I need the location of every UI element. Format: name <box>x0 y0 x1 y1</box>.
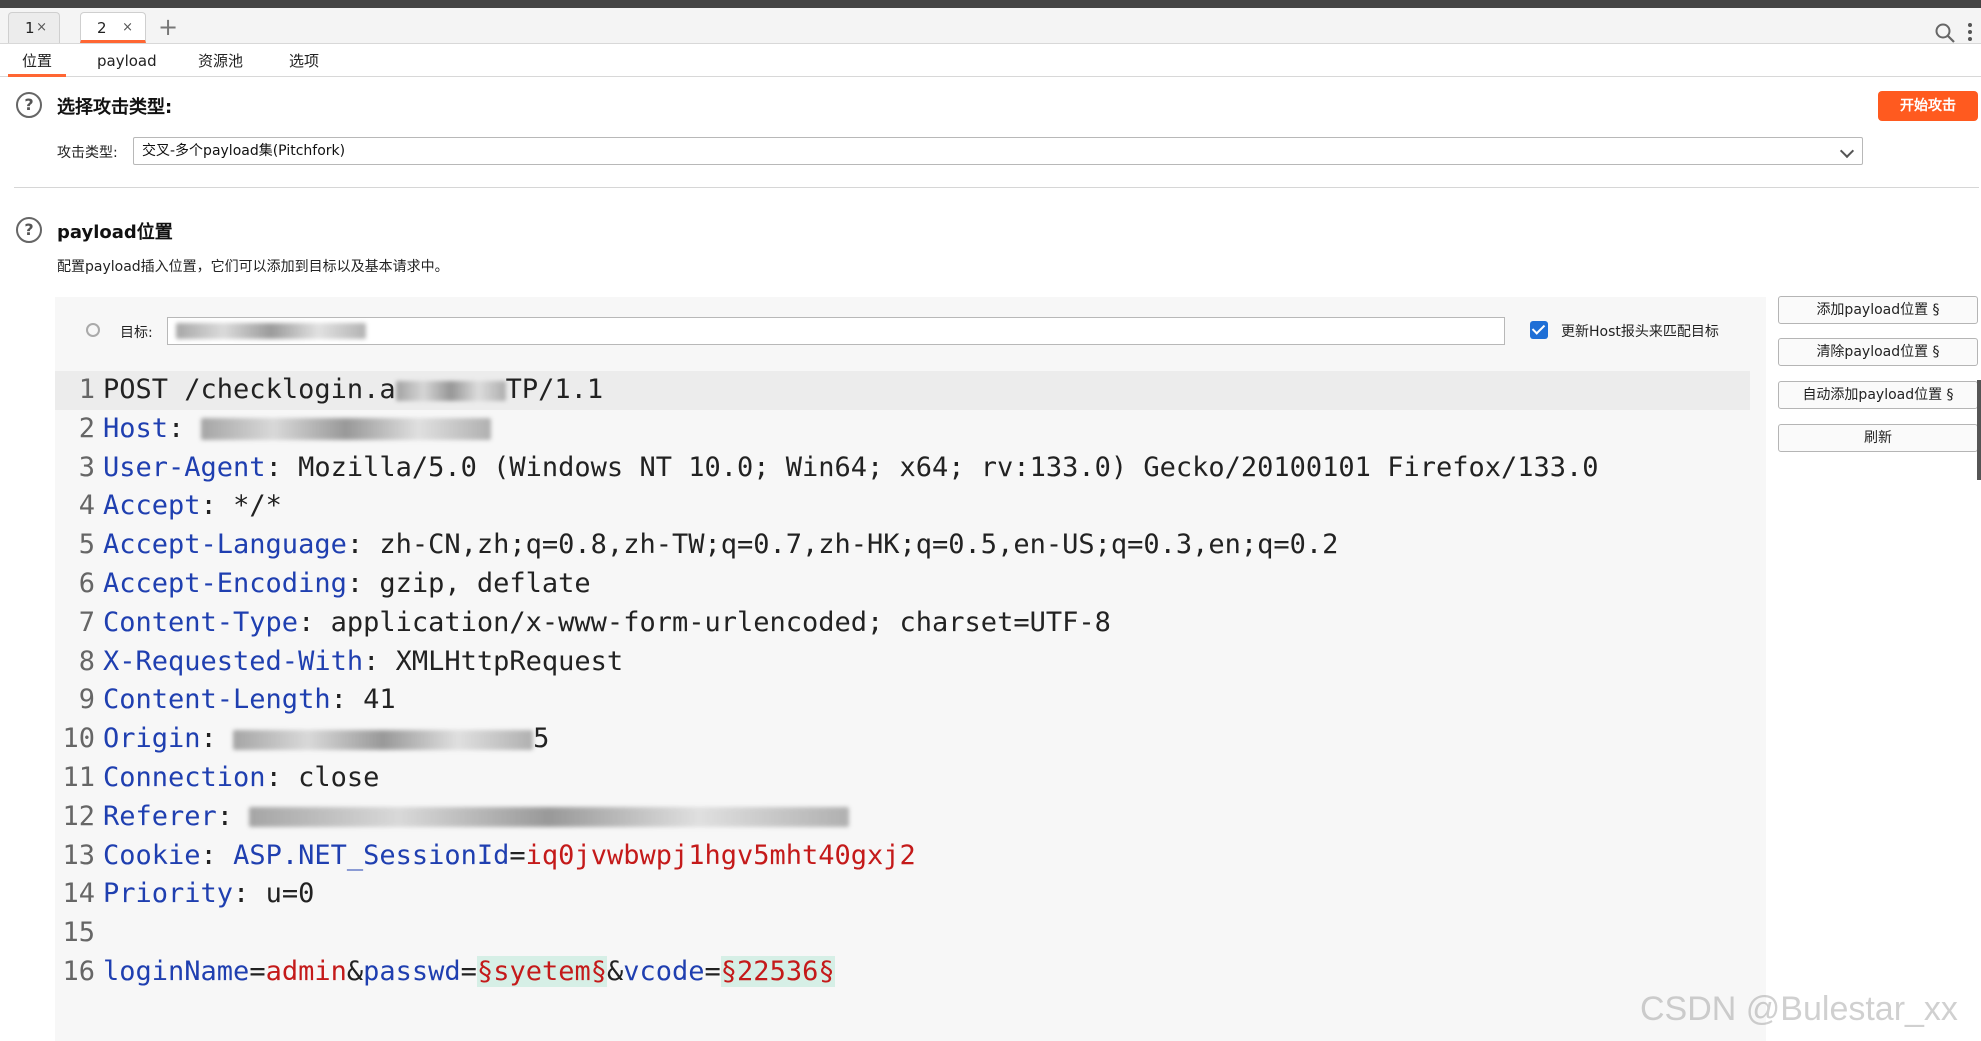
attack-type-label: 攻击类型: <box>57 145 118 161</box>
tab-options[interactable]: 选项 <box>289 45 319 77</box>
scrollbar[interactable] <box>1977 380 1981 480</box>
update-host-checkbox[interactable] <box>1530 321 1548 339</box>
header-line: 3 User-Agent: Mozilla/5.0 (Windows NT 10.… <box>78 451 1599 483</box>
update-host-label: 更新Host报头来匹配目标 <box>1561 324 1719 340</box>
header-line: 10 Origin: 5 <box>62 723 550 755</box>
redacted-target <box>176 323 366 339</box>
header-line: 13 Cookie: ASP.NET_SessionId=iq0jvwbwpj1h… <box>62 839 916 871</box>
attack-type-value: 交叉-多个payload集(Pitchfork) <box>142 143 346 159</box>
help-icon[interactable]: ? <box>16 92 42 118</box>
payload-positions-heading: payload位置 <box>57 222 173 243</box>
blank-line: 15 <box>62 917 95 949</box>
target-label: 目标: <box>120 325 153 341</box>
watermark: CSDN @Bulestar_xx <box>1640 990 1958 1028</box>
section-divider <box>14 187 1979 188</box>
auto-add-payload-position-button[interactable]: 自动添加payload位置 § <box>1778 381 1978 409</box>
clear-payload-position-button[interactable]: 清除payload位置 § <box>1778 338 1978 366</box>
header-line: 5 Accept-Language: zh-CN,zh;q=0.8,zh-TW;q… <box>78 529 1339 561</box>
start-attack-button[interactable]: 开始攻击 <box>1878 91 1978 121</box>
request-tab-1[interactable]: 1 × <box>8 12 60 43</box>
tab-payload[interactable]: payload <box>97 45 157 77</box>
header-line: 2 Host: <box>55 410 1755 449</box>
close-icon[interactable]: × <box>122 13 133 43</box>
request-tab-label: 1 <box>25 19 35 37</box>
help-icon[interactable]: ? <box>16 217 42 243</box>
header-line: 8 X-Requested-With: XMLHttpRequest <box>78 645 624 677</box>
search-icon[interactable] <box>1934 22 1956 44</box>
attack-type-heading: 选择攻击类型: <box>57 97 173 118</box>
header-line: 4 Accept: */* <box>78 490 282 522</box>
chevron-down-icon <box>1839 143 1855 159</box>
payload-marker[interactable]: §22536§ <box>720 955 835 987</box>
add-tab-button[interactable]: + <box>158 14 178 40</box>
window-top-bar <box>0 0 1981 8</box>
body-line: 16 loginName=admin&passwd=§syetem§&vcode=… <box>62 955 835 987</box>
header-line: 12 Referer: <box>55 798 1755 837</box>
redacted-value <box>233 729 534 750</box>
add-payload-position-button[interactable]: 添加payload位置 § <box>1778 296 1978 324</box>
close-icon[interactable]: × <box>36 13 47 43</box>
header-line: 14 Priority: u=0 <box>62 878 315 910</box>
tab-positions[interactable]: 位置 <box>8 45 66 77</box>
redacted-value <box>200 418 491 441</box>
request-line: 1 POST /checklogin.a TP/1.1 <box>55 371 1750 410</box>
request-tab-2[interactable]: 2 × <box>80 12 146 43</box>
intruder-sub-tabs: 位置 payload 资源池 选项 <box>0 45 1981 77</box>
request-tab-label: 2 <box>97 19 107 37</box>
more-options-icon[interactable] <box>1966 20 1974 44</box>
tab-resource-pool[interactable]: 资源池 <box>198 45 243 77</box>
header-line: 9 Content-Length: 41 <box>78 684 396 716</box>
header-line: 11 Connection: close <box>62 761 380 793</box>
target-input[interactable] <box>167 317 1505 345</box>
attack-type-select[interactable]: 交叉-多个payload集(Pitchfork) <box>133 137 1863 165</box>
header-line: 6 Accept-Encoding: gzip, deflate <box>78 567 591 599</box>
payload-marker[interactable]: §syetem§ <box>476 955 607 987</box>
header-line: 7 Content-Type: application/x-www-form-ur… <box>78 606 1111 638</box>
request-tab-strip: 1 × 2 × + <box>0 8 1981 44</box>
redacted-value <box>395 380 506 401</box>
payload-positions-description: 配置payload插入位置，它们可以添加到目标以及基本请求中。 <box>57 259 449 275</box>
refresh-button[interactable]: 刷新 <box>1778 424 1978 452</box>
redacted-value <box>249 807 850 828</box>
request-editor[interactable]: 1 POST /checklogin.a TP/1.1 2 Host: 3 User-A… <box>55 371 1755 992</box>
target-icon <box>86 323 100 337</box>
